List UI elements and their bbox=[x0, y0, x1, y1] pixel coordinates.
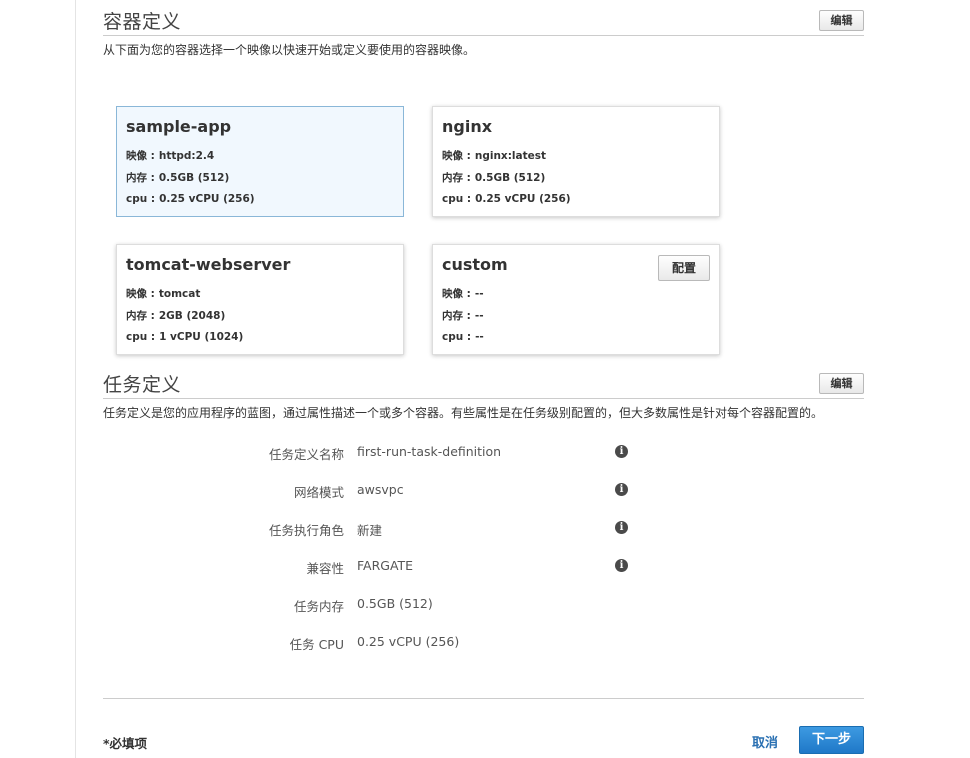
memory-label: 内存 : bbox=[126, 310, 155, 322]
info-icon[interactable]: i bbox=[615, 559, 628, 572]
required-fields-note: *必填项 bbox=[103, 736, 148, 751]
container-section-title: 容器定义 bbox=[103, 11, 182, 33]
task-field-label: 兼容性 bbox=[306, 561, 344, 576]
task-field-label: 任务执行角色 bbox=[268, 523, 344, 538]
container-section-divider bbox=[103, 35, 864, 36]
image-label: 映像 : bbox=[126, 150, 155, 162]
container-card-custom[interactable]: custom 配置 映像 : -- 内存 : -- cpu : -- bbox=[432, 244, 720, 355]
task-section-description: 任务定义是您的应用程序的蓝图，通过属性描述一个或多个容器。有些属性是在任务级别配… bbox=[103, 406, 824, 420]
container-card-tomcat-webserver[interactable]: tomcat-webserver 映像 : tomcat 内存 :2GB (204… bbox=[116, 244, 404, 355]
task-field-label: 任务内存 bbox=[293, 599, 344, 614]
task-field-value: 0.25 vCPU (256) bbox=[357, 634, 460, 649]
card-title: custom bbox=[442, 255, 508, 274]
task-field-row: 任务内存 0.5GB (512) bbox=[0, 596, 970, 616]
image-value: httpd:2.4 bbox=[158, 150, 215, 162]
cpu-label: cpu : bbox=[126, 193, 156, 205]
cpu-value: 0.25 vCPU (256) bbox=[159, 193, 255, 205]
container-card-sample-app[interactable]: sample-app 映像 : httpd:2.4 内存 :0.5GB (512)… bbox=[116, 106, 404, 217]
memory-value: 0.5GB (512) bbox=[158, 172, 230, 184]
image-value: -- bbox=[474, 288, 484, 300]
cpu-value: -- bbox=[475, 331, 484, 343]
task-field-value: first-run-task-definition bbox=[357, 444, 502, 459]
task-field-label: 任务定义名称 bbox=[268, 447, 344, 462]
memory-label: 内存 : bbox=[442, 310, 471, 322]
card-memory-row: 内存 : -- bbox=[442, 308, 484, 323]
task-field-label: 任务 CPU bbox=[289, 637, 344, 652]
card-image-row: 映像 : nginx:latest bbox=[442, 148, 546, 163]
card-memory-row: 内存 :0.5GB (512) bbox=[442, 170, 545, 185]
memory-value: 0.5GB (512) bbox=[474, 172, 546, 184]
task-field-value: awsvpc bbox=[357, 482, 404, 497]
task-field-row: 任务 CPU 0.25 vCPU (256) bbox=[0, 634, 970, 654]
configure-button[interactable]: 配置 bbox=[658, 255, 710, 281]
card-cpu-row: cpu : -- bbox=[442, 331, 484, 343]
card-memory-row: 内存 :2GB (2048) bbox=[126, 308, 225, 323]
card-title: tomcat-webserver bbox=[126, 255, 291, 274]
cpu-label: cpu : bbox=[442, 331, 472, 343]
task-field-value: 0.5GB (512) bbox=[357, 596, 433, 611]
task-section-divider bbox=[103, 398, 864, 399]
cpu-value: 0.25 vCPU (256) bbox=[475, 193, 571, 205]
card-image-row: 映像 : httpd:2.4 bbox=[126, 148, 214, 163]
image-value: tomcat bbox=[158, 288, 201, 300]
container-edit-button[interactable]: 编辑 bbox=[819, 10, 864, 31]
next-step-button[interactable]: 下一步 bbox=[799, 726, 864, 754]
card-image-row: 映像 : -- bbox=[442, 286, 484, 301]
info-icon[interactable]: i bbox=[615, 521, 628, 534]
task-field-label: 网络模式 bbox=[293, 485, 344, 500]
cpu-label: cpu : bbox=[126, 331, 156, 343]
container-section-description: 从下面为您的容器选择一个映像以快速开始或定义要使用的容器映像。 bbox=[103, 43, 476, 57]
task-field-row: 任务定义名称 first-run-task-definition i bbox=[0, 444, 970, 464]
footer-divider bbox=[103, 698, 864, 699]
task-field-value: 新建 bbox=[357, 523, 383, 538]
card-cpu-row: cpu :0.25 vCPU (256) bbox=[126, 193, 255, 205]
info-icon[interactable]: i bbox=[615, 445, 628, 458]
memory-label: 内存 : bbox=[442, 172, 471, 184]
card-cpu-row: cpu :0.25 vCPU (256) bbox=[442, 193, 571, 205]
cancel-link[interactable]: 取消 bbox=[752, 732, 778, 751]
container-card-nginx[interactable]: nginx 映像 : nginx:latest 内存 :0.5GB (512) c… bbox=[432, 106, 720, 217]
task-section-title: 任务定义 bbox=[103, 374, 182, 396]
image-label: 映像 : bbox=[442, 150, 471, 162]
memory-label: 内存 : bbox=[126, 172, 155, 184]
info-icon[interactable]: i bbox=[615, 483, 628, 496]
cpu-value: 1 vCPU (1024) bbox=[159, 331, 244, 343]
image-value: nginx:latest bbox=[474, 150, 546, 162]
cpu-label: cpu : bbox=[442, 193, 472, 205]
memory-value: -- bbox=[474, 310, 484, 322]
task-field-row: 网络模式 awsvpc i bbox=[0, 482, 970, 502]
task-field-row: 兼容性 FARGATE i bbox=[0, 558, 970, 578]
card-cpu-row: cpu :1 vCPU (1024) bbox=[126, 331, 243, 343]
image-label: 映像 : bbox=[442, 288, 471, 300]
memory-value: 2GB (2048) bbox=[158, 310, 226, 322]
card-title: nginx bbox=[442, 117, 493, 136]
image-label: 映像 : bbox=[126, 288, 155, 300]
card-image-row: 映像 : tomcat bbox=[126, 286, 200, 301]
task-field-value: FARGATE bbox=[357, 558, 414, 573]
task-field-row: 任务执行角色 新建 i bbox=[0, 520, 970, 540]
card-memory-row: 内存 :0.5GB (512) bbox=[126, 170, 229, 185]
card-title: sample-app bbox=[126, 117, 232, 136]
task-edit-button[interactable]: 编辑 bbox=[819, 373, 864, 394]
